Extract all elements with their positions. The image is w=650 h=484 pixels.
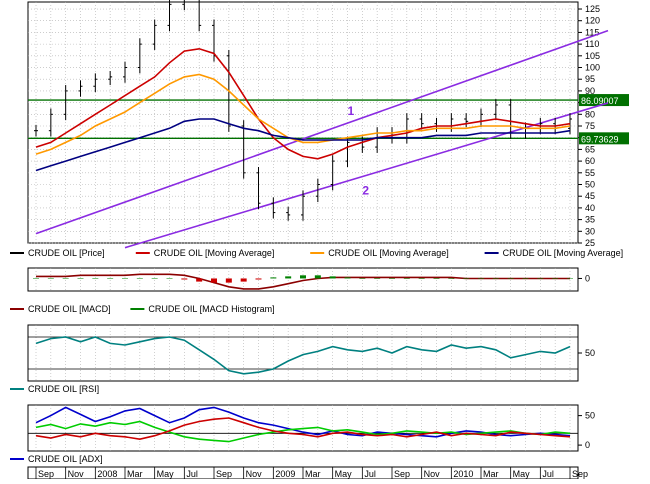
time-axis-label: May — [335, 469, 353, 479]
price-legend-label: CRUDE OIL [Moving Average] — [328, 248, 449, 258]
time-axis-label: Sep — [572, 469, 588, 479]
price-channel-label: 1 — [348, 104, 355, 118]
time-axis-label: Mar — [305, 469, 321, 479]
macd-legend-label: CRUDE OIL [MACD] — [28, 304, 111, 314]
price-level-tag-label: 69.73629 — [581, 134, 619, 144]
macd-histogram-bar — [403, 278, 410, 279]
time-axis-label: Mar — [127, 469, 143, 479]
macd-histogram-bar — [107, 278, 114, 279]
macd-histogram-bar — [77, 278, 84, 279]
macd-histogram-bar — [136, 278, 143, 279]
price-ytick-label: 75 — [585, 121, 595, 131]
macd-ytick-label: 0 — [585, 273, 590, 283]
time-axis-label: 2008 — [97, 469, 117, 479]
price-legend-label: CRUDE OIL [Moving Average] — [503, 248, 624, 258]
price-legend-label: CRUDE OIL [Moving Average] — [154, 248, 275, 258]
chart-canvas: 2530354045505560657075808590951001051101… — [0, 0, 650, 480]
price-ytick-label: 65 — [585, 144, 595, 154]
macd-histogram-bar — [151, 278, 158, 279]
price-ytick-label: 30 — [585, 226, 595, 236]
macd-legend-label: CRUDE OIL [MACD Histogram] — [148, 304, 274, 314]
macd-histogram-bar — [47, 278, 54, 279]
price-ytick-label: 110 — [585, 39, 599, 49]
time-axis-label: Jul — [186, 469, 198, 479]
price-ytick-label: 125 — [585, 4, 600, 14]
adx-ytick-label: 50 — [585, 411, 595, 421]
macd-histogram-bar — [567, 278, 573, 279]
time-axis-label: May — [157, 469, 175, 479]
crude-oil-chart-window: 2530354045505560657075808590951001051101… — [0, 0, 650, 480]
macd-histogram-bar — [285, 276, 292, 279]
macd-histogram-bar — [492, 278, 499, 279]
macd-histogram-bar — [181, 278, 188, 280]
macd-histogram-bar — [389, 278, 395, 279]
macd-histogram-bar — [166, 278, 173, 279]
rsi-legend-label: CRUDE OIL [RSI] — [28, 384, 99, 394]
macd-histogram-bar — [418, 278, 425, 279]
macd-histogram-bar — [122, 278, 128, 279]
price-ytick-label: 80 — [585, 109, 595, 119]
price-ytick-label: 95 — [585, 74, 595, 84]
price-ytick-label: 55 — [585, 168, 595, 178]
price-ytick-label: 45 — [585, 191, 595, 201]
time-axis-label: 2009 — [275, 469, 295, 479]
price-ytick-label: 40 — [585, 203, 595, 213]
time-axis-label: May — [513, 469, 531, 479]
macd-histogram-bar — [537, 278, 544, 279]
time-axis-label: Jul — [542, 469, 554, 479]
macd-histogram-bar — [62, 278, 69, 279]
price-ytick-label: 35 — [585, 215, 595, 225]
price-legend-label: CRUDE OIL [Price] — [28, 248, 105, 258]
macd-histogram-bar — [522, 278, 529, 279]
price-ytick-label: 100 — [585, 63, 600, 73]
time-axis-label: Sep — [216, 469, 232, 479]
macd-histogram-bar — [211, 278, 217, 283]
price-ytick-label: 60 — [585, 156, 595, 166]
macd-histogram-bar — [463, 278, 470, 279]
macd-histogram-bar — [300, 275, 306, 279]
time-axis-label: 2010 — [453, 469, 473, 479]
price-channel-label: 2 — [362, 184, 369, 198]
time-axis-label: Nov — [68, 469, 85, 479]
macd-histogram-bar — [196, 278, 203, 282]
macd-histogram-bar — [33, 278, 39, 279]
macd-histogram-bar — [433, 278, 440, 279]
adx-ytick-label: 0 — [585, 440, 590, 450]
macd-histogram-bar — [255, 278, 262, 280]
macd-histogram-bar — [270, 277, 277, 279]
macd-histogram-bar — [225, 278, 232, 283]
time-axis-label: Sep — [38, 469, 54, 479]
price-ytick-label: 120 — [585, 16, 600, 26]
price-ytick-label: 25 — [585, 238, 595, 248]
price-ytick-label: 50 — [585, 180, 595, 190]
time-axis-label: Nov — [246, 469, 263, 479]
macd-histogram-bar — [478, 278, 484, 279]
rsi-ytick-label: 50 — [585, 348, 595, 358]
macd-histogram-bar — [92, 278, 99, 279]
time-axis-label: Nov — [424, 469, 441, 479]
macd-histogram-bar — [448, 278, 455, 279]
time-axis-label: Sep — [394, 469, 410, 479]
macd-histogram-bar — [507, 278, 514, 279]
macd-histogram-bar — [314, 275, 321, 279]
macd-histogram-bar — [329, 276, 336, 279]
price-ytick-label: 105 — [585, 51, 600, 61]
macd-histogram-bar — [240, 278, 247, 282]
time-axis-label: Mar — [483, 469, 499, 479]
macd-histogram-bar — [359, 278, 366, 279]
macd-histogram-bar — [374, 278, 381, 279]
macd-histogram-bar — [344, 277, 351, 279]
macd-histogram-bar — [552, 278, 559, 279]
time-axis-label: Jul — [364, 469, 376, 479]
adx-legend-label: CRUDE OIL [ADX] — [28, 454, 103, 464]
